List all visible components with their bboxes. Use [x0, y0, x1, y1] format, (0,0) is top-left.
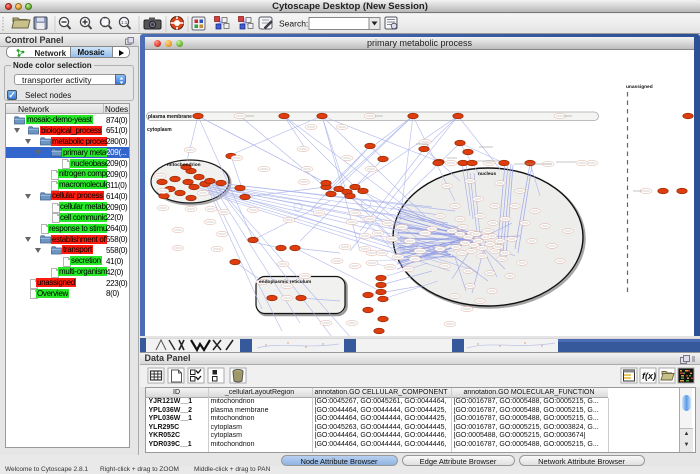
svg-text:nucleus: nucleus — [478, 171, 496, 177]
svg-text:cytoplasm: cytoplasm — [147, 127, 172, 133]
svg-text:mitochondrion: mitochondrion — [167, 162, 201, 168]
svg-text:f(x): f(x) — [642, 371, 656, 381]
svg-text:plasma membrane: plasma membrane — [148, 114, 192, 120]
svg-text:endoplasmic reticulum: endoplasmic reticulum — [259, 279, 311, 285]
svg-text:unassigned: unassigned — [626, 84, 653, 90]
svg-text:1:1: 1:1 — [121, 20, 128, 25]
